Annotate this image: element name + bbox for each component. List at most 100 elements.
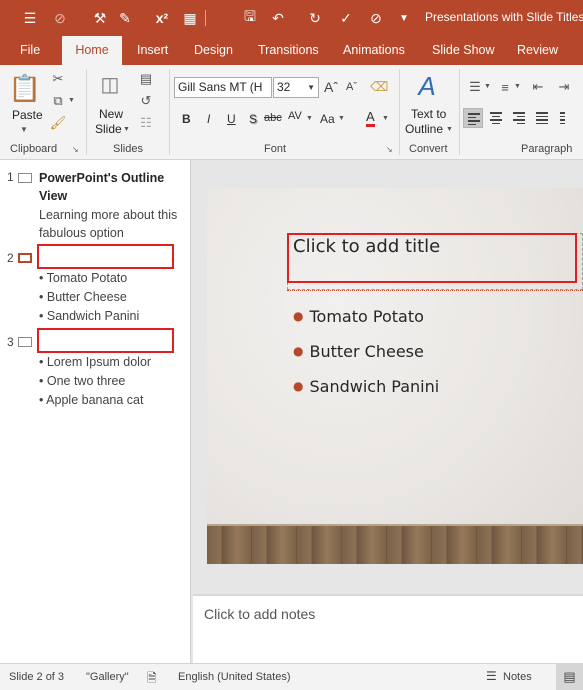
italic-button[interactable]: I [207,112,210,126]
slide-thumbnail-icon[interactable] [18,253,32,263]
outline-bullet[interactable]: • Apple banana cat [39,393,143,407]
slide-thumbnail-icon[interactable] [18,337,32,347]
chevron-down-icon: ▼ [20,125,28,134]
underline-button[interactable]: U [227,112,236,126]
font-launcher-icon[interactable]: ↘ [386,145,393,154]
shadow-button[interactable]: S [249,112,257,126]
bullet-dot-icon: ● [293,344,304,358]
font-color-button[interactable]: A [366,110,375,127]
grid-icon[interactable]: ▦ [180,8,200,28]
dropdown-icon[interactable]: ▼ [394,8,414,28]
font-size-combo[interactable]: 32 ▼ [273,77,319,98]
columns-button[interactable] [556,108,576,128]
tab-file[interactable]: File [20,36,40,65]
tab-review[interactable]: Review [517,36,558,65]
tab-slide-show[interactable]: Slide Show [432,36,495,65]
chevron-down-icon[interactable]: ▼ [338,115,345,122]
clear-formatting-icon[interactable]: ⌫ [370,79,388,95]
tab-animations[interactable]: Animations [343,36,405,65]
chevron-down-icon[interactable]: ▼ [514,83,521,90]
group-divider [169,69,170,155]
save-icon[interactable]: 🖫 [240,8,260,28]
chevron-down-icon[interactable]: ▼ [306,115,313,122]
paste-label: Paste [12,108,43,122]
decrease-indent-icon[interactable]: ⇤ [530,79,546,95]
customize-tools-icon[interactable]: ⚒ [90,8,110,28]
disabled-icon[interactable]: ⊘ [50,8,70,28]
outline-empty-title[interactable] [37,328,174,353]
paste-special-icon[interactable]: ✎ [115,8,135,28]
outline-bullet[interactable]: • One two three [39,374,125,388]
undo-icon[interactable]: ↶ [268,8,288,28]
decrease-font-icon[interactable]: Aˇ [346,81,357,93]
chevron-down-icon[interactable]: ▼ [382,115,389,122]
cut-icon[interactable]: ✂ [50,71,66,87]
touch-mode-icon[interactable]: ☰ [20,8,40,28]
numbering-icon[interactable]: ≡ [497,79,513,95]
outline-slide-title[interactable]: PowerPoint's Outline View [39,169,179,205]
strikethrough-button[interactable]: abc [264,112,282,124]
text-to-label-2: Outline [405,122,444,136]
increase-font-icon[interactable]: Aˆ [324,79,338,95]
outline-bullet[interactable]: • Butter Cheese [39,290,127,304]
clear-format-icon[interactable]: ⊘ [366,8,386,28]
bullet-dot-icon: ● [293,379,304,393]
align-center-button[interactable] [486,108,506,128]
columns-icon [560,112,572,126]
justify-button[interactable] [532,108,552,128]
tab-transitions[interactable]: Transitions [258,36,319,65]
slide-bullet[interactable]: ● Butter Cheese [293,342,424,361]
tab-insert[interactable]: Insert [137,36,168,65]
slide-floor-image [207,524,583,564]
slide-number: 2 [7,251,14,265]
font-name-combo[interactable]: Gill Sans MT (H [174,77,272,98]
slide-bullet[interactable]: ● Tomato Potato [293,307,424,326]
notes-pane[interactable]: Click to add notes [193,594,583,663]
outline-bullet[interactable]: • Tomato Potato [39,271,127,285]
chevron-down-icon[interactable]: ▼ [484,83,491,90]
convert-group-label: Convert [409,143,448,155]
notes-button[interactable]: Notes [503,671,532,683]
document-title: Presentations with Slide Titles. [425,10,583,24]
outline-pane: 1 PowerPoint's Outline View Learning mor… [0,160,190,663]
format-painter-icon[interactable]: 🖌 [50,115,67,131]
theme-name: "Gallery" [86,671,129,683]
language-status[interactable]: English (United States) [178,671,291,683]
proofing-icon[interactable]: 🗎 [147,669,157,690]
clipboard-launcher-icon[interactable]: ↘ [72,145,79,154]
bold-button[interactable]: B [182,112,191,126]
section-icon[interactable]: ☷ [137,115,155,131]
paragraph-group-label: Paragraph [521,143,573,155]
increase-indent-icon[interactable]: ⇥ [556,79,572,95]
tab-design[interactable]: Design [194,36,233,65]
title-bar: ☰ ⊘ ⚒ ✎ x² ▦ 🖫 ↶ ↻ ✓ ⊘ ▼ Presentations w… [0,0,583,36]
paste-icon: 📋 [8,72,42,103]
layout-icon[interactable]: ▤ [137,71,155,87]
qat-separator [205,10,206,26]
change-case-button[interactable]: Aa [320,112,335,126]
outline-slide-body[interactable]: Learning more about this fabulous option [39,206,179,242]
bullets-icon[interactable]: ☰ [467,79,483,95]
tab-home[interactable]: Home [62,36,122,65]
reset-icon[interactable]: ↺ [137,93,155,109]
align-right-button[interactable] [509,108,529,128]
outline-empty-title[interactable] [37,244,174,269]
spelling-icon[interactable]: ✓ [336,8,356,28]
slide-thumbnail-icon[interactable] [18,173,32,183]
outline-bullet[interactable]: • Lorem Ipsum dolor [39,355,151,369]
redo-icon[interactable]: ↻ [305,8,325,28]
notes-placeholder[interactable]: Click to add notes [204,606,315,622]
outline-bullet[interactable]: • Sandwich Panini [39,309,139,323]
align-left-button[interactable] [463,108,483,128]
notes-icon[interactable]: ☰ [486,669,497,683]
group-divider [399,69,400,155]
normal-view-icon[interactable]: ▤ [556,663,583,690]
justify-icon [536,112,548,126]
group-divider [459,69,460,155]
slide-bullet[interactable]: ● Sandwich Panini [293,377,439,396]
copy-icon[interactable]: ⧉ [50,93,66,109]
new-slide-label-2: Slide [95,122,122,136]
character-spacing-button[interactable]: AV [288,110,302,122]
superscript-icon[interactable]: x² [152,8,172,28]
chevron-down-icon[interactable]: ▼ [68,97,75,104]
